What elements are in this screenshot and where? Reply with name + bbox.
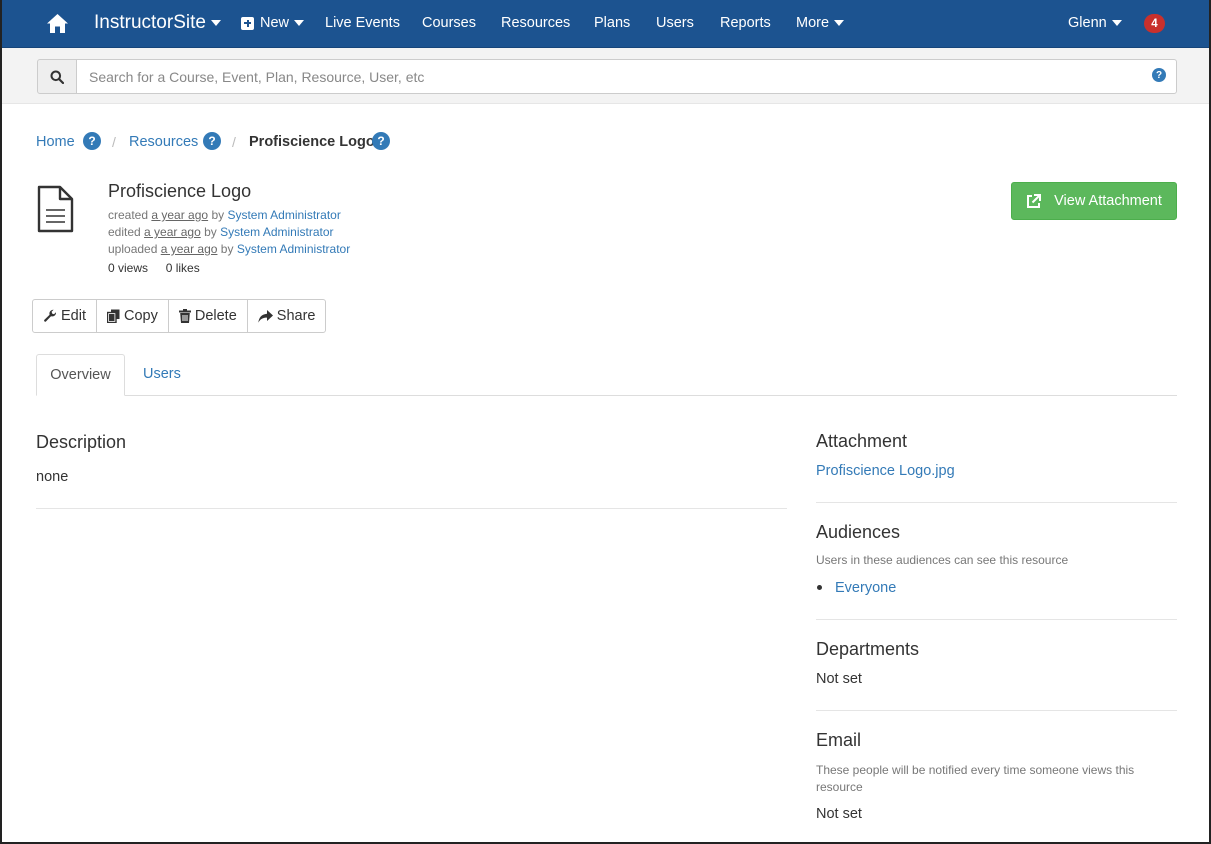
- view-attachment-label: View Attachment: [1054, 193, 1162, 209]
- search-button[interactable]: [37, 59, 77, 94]
- brand-label: InstructorSite: [94, 12, 206, 33]
- email-help-text: These people will be notified every time…: [816, 763, 1135, 794]
- created-label: created: [108, 208, 149, 222]
- search-input[interactable]: [76, 59, 1177, 94]
- question-circle-icon[interactable]: ?: [1152, 68, 1166, 82]
- more-menu[interactable]: More: [796, 0, 845, 46]
- edit-button[interactable]: Edit: [33, 300, 97, 332]
- nav-courses[interactable]: Courses: [422, 0, 476, 46]
- created-meta: created a year ago by System Administrat…: [108, 208, 341, 222]
- search-bar: ?: [0, 48, 1211, 104]
- audience-everyone-link[interactable]: Everyone: [835, 580, 896, 596]
- question-circle-icon[interactable]: ?: [372, 132, 390, 150]
- search-icon: [50, 70, 64, 84]
- uploaded-label: uploaded: [108, 242, 158, 256]
- by-label: by: [204, 225, 217, 239]
- created-by-link[interactable]: System Administrator: [227, 208, 340, 222]
- edited-time[interactable]: a year ago: [144, 225, 201, 239]
- notification-badge[interactable]: 4: [1144, 14, 1165, 33]
- views-count: 0 views: [108, 261, 149, 275]
- action-button-group: Edit Copy Delete Share: [32, 299, 327, 333]
- question-circle-icon[interactable]: ?: [83, 132, 101, 150]
- view-attachment-button[interactable]: View Attachment: [1011, 182, 1177, 220]
- sidebar-divider: [816, 619, 1177, 620]
- wrench-icon: [44, 309, 57, 322]
- uploaded-time[interactable]: a year ago: [161, 242, 218, 256]
- share-label: Share: [276, 308, 316, 324]
- description-divider: [36, 508, 787, 509]
- new-label: New: [260, 15, 290, 31]
- tab-users[interactable]: Users: [143, 366, 181, 382]
- copy-button[interactable]: Copy: [97, 300, 169, 332]
- resource-stats: 0 views 0 likes: [108, 261, 200, 275]
- audiences-help-text: Users in these audiences can see this re…: [816, 553, 1069, 567]
- copy-icon: [107, 309, 120, 323]
- attachment-heading: Attachment: [816, 431, 908, 451]
- breadcrumb-separator: /: [112, 134, 116, 150]
- description-value: none: [36, 469, 69, 485]
- question-circle-icon[interactable]: ?: [203, 132, 221, 150]
- nav-users[interactable]: Users: [656, 0, 694, 46]
- departments-heading: Departments: [816, 639, 920, 659]
- audiences-heading: Audiences: [816, 522, 901, 542]
- user-menu[interactable]: Glenn: [1068, 0, 1122, 46]
- new-menu[interactable]: New: [241, 0, 305, 46]
- edit-label: Edit: [61, 308, 86, 324]
- by-label: by: [220, 242, 234, 256]
- uploaded-by-link[interactable]: System Administrator: [237, 242, 350, 256]
- breadcrumb-resources[interactable]: Resources: [129, 134, 198, 150]
- attachment-file-link[interactable]: Profiscience Logo.jpg: [816, 463, 955, 479]
- edited-by-link[interactable]: System Administrator: [220, 225, 333, 239]
- sidebar-divider: [816, 710, 1177, 711]
- chevron-down-icon: [294, 20, 305, 26]
- sidebar-divider: [816, 502, 1177, 503]
- breadcrumb-current: Profiscience Logo: [249, 134, 375, 150]
- share-button[interactable]: Share: [248, 300, 326, 332]
- chevron-down-icon: [834, 20, 845, 26]
- edited-label: edited: [108, 225, 141, 239]
- share-icon: [258, 309, 273, 323]
- delete-button[interactable]: Delete: [169, 300, 248, 332]
- delete-label: Delete: [194, 308, 237, 324]
- description-heading: Description: [36, 432, 127, 452]
- tab-divider: [36, 395, 1177, 396]
- plus-square-icon: [241, 16, 254, 30]
- resource-title: Profiscience Logo: [108, 181, 252, 201]
- trash-icon: [178, 309, 191, 323]
- nav-live-events[interactable]: Live Events: [325, 0, 400, 46]
- nav-plans[interactable]: Plans: [594, 0, 630, 46]
- email-value: Not set: [816, 806, 862, 822]
- departments-value: Not set: [816, 671, 862, 687]
- tab-overview[interactable]: Overview: [36, 354, 125, 396]
- nav-reports[interactable]: Reports: [720, 0, 771, 46]
- breadcrumb-home[interactable]: Home: [36, 134, 75, 150]
- by-label: by: [211, 208, 225, 222]
- breadcrumb-separator: /: [232, 134, 236, 150]
- likes-count: 0 likes: [165, 261, 200, 275]
- chevron-down-icon: [210, 20, 221, 26]
- email-heading: Email: [816, 730, 862, 750]
- list-bullet: [817, 585, 822, 590]
- chevron-down-icon: [1111, 20, 1122, 26]
- top-navbar: InstructorSite New Live Events Courses R…: [0, 0, 1211, 48]
- created-time[interactable]: a year ago: [151, 208, 208, 222]
- edited-meta: edited a year ago by System Administrato…: [108, 225, 334, 239]
- more-label: More: [796, 15, 830, 31]
- home-icon: [47, 13, 68, 33]
- home-button[interactable]: [47, 0, 68, 46]
- brand-menu[interactable]: InstructorSite: [94, 0, 221, 46]
- external-link-icon: [1027, 193, 1042, 208]
- uploaded-meta: uploaded a year ago by System Administra…: [108, 242, 350, 256]
- nav-resources[interactable]: Resources: [501, 0, 570, 46]
- window-frame: [0, 0, 1211, 844]
- file-text-icon: [37, 185, 74, 233]
- user-label: Glenn: [1068, 15, 1107, 31]
- copy-label: Copy: [124, 308, 158, 324]
